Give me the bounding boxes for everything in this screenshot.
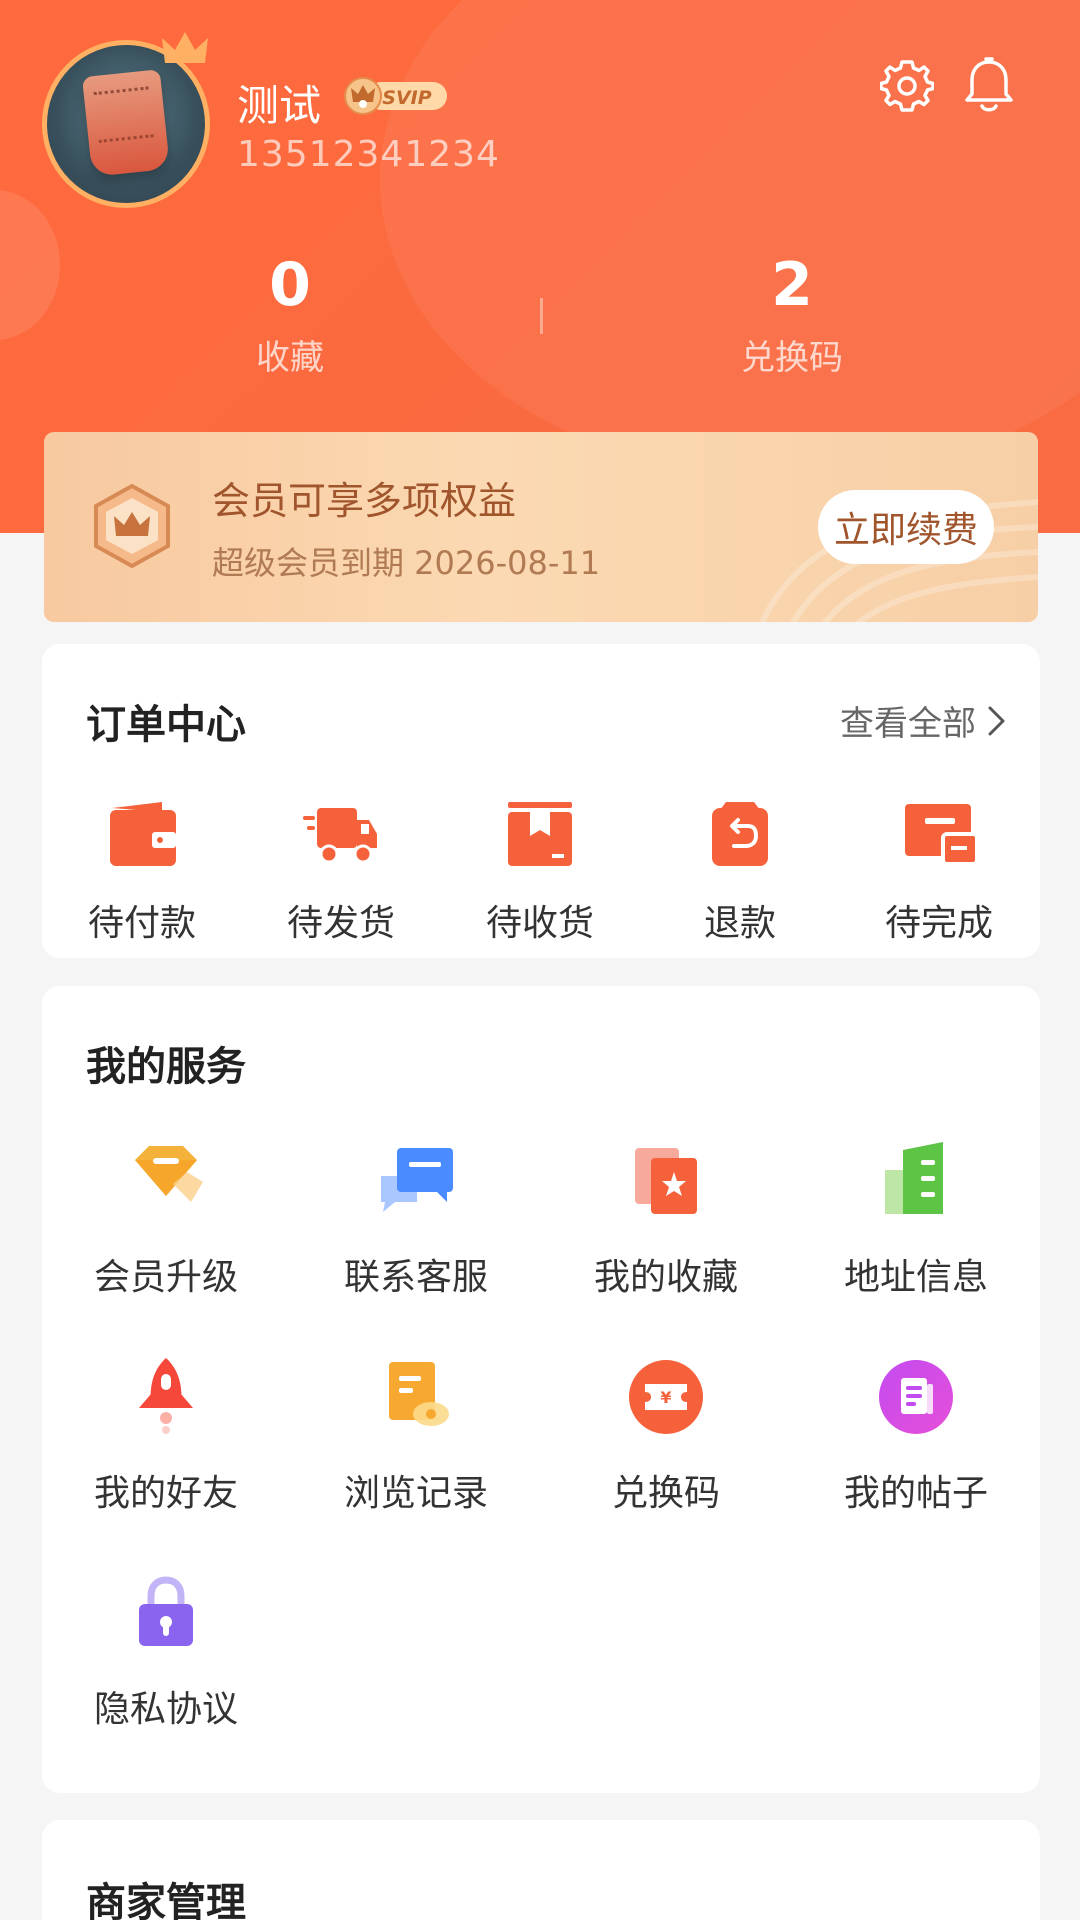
truck-icon (303, 808, 377, 864)
package-icon (508, 802, 572, 866)
chat-icon (381, 1148, 453, 1212)
stat-redeem-codes[interactable]: 2 兑换码 (642, 250, 942, 379)
services-title: 我的服务 (86, 1044, 246, 1090)
merchant-card: 商家管理 (42, 1820, 1040, 1920)
merchant-title: 商家管理 (86, 1880, 246, 1920)
service-label: 隐私协议 (93, 1689, 238, 1730)
stat-label: 收藏 (256, 338, 324, 378)
service-label: 我的收藏 (593, 1257, 738, 1298)
service-label: 浏览记录 (343, 1473, 488, 1514)
avatar-image (81, 69, 171, 177)
service-label: 联系客服 (343, 1257, 488, 1298)
service-label: 地址信息 (843, 1257, 988, 1298)
building-icon (885, 1142, 943, 1214)
order-pending-completion[interactable]: 待完成 (849, 794, 1029, 946)
order-label: 待发货 (286, 903, 395, 944)
refund-icon (712, 802, 768, 866)
service-label: 我的好友 (93, 1473, 238, 1514)
stat-value: 0 (269, 250, 311, 320)
view-all-orders-link[interactable]: 查看全部 (840, 696, 1008, 745)
rocket-icon (139, 1358, 193, 1434)
service-member-upgrade[interactable]: 会员升级 (56, 1136, 276, 1300)
svip-badge-icon: SVIP (344, 77, 447, 115)
stat-favorites[interactable]: 0 收藏 (140, 250, 440, 379)
svip-label: SVIP (382, 87, 431, 109)
service-my-favorites[interactable]: 我的收藏 (556, 1136, 776, 1300)
crown-icon (162, 32, 208, 63)
order-label: 待完成 (884, 903, 993, 944)
lock-icon (139, 1576, 193, 1646)
stat-divider (540, 298, 543, 334)
order-pending-payment[interactable]: 待付款 (52, 794, 232, 946)
vip-crown-icon (94, 483, 170, 569)
order-refund[interactable]: 退款 (650, 794, 830, 946)
gear-icon[interactable] (880, 58, 934, 112)
renew-button[interactable]: 立即续费 (818, 490, 994, 564)
coupon-icon: ¥ (629, 1360, 703, 1434)
phone-number: 13512341234 (237, 134, 500, 175)
service-label: 兑换码 (611, 1473, 720, 1514)
order-center-title: 订单中心 (86, 702, 246, 748)
service-my-posts[interactable]: 我的帖子 (806, 1352, 1026, 1516)
order-label: 退款 (703, 903, 776, 944)
service-label: 会员升级 (93, 1257, 238, 1298)
post-icon (879, 1360, 953, 1434)
chevron-right-icon (988, 706, 1005, 735)
stat-label: 兑换码 (741, 338, 843, 378)
diamond-icon (135, 1146, 203, 1202)
ticket-icon (905, 804, 979, 866)
wallet-icon (110, 802, 176, 866)
order-pending-shipment[interactable]: 待发货 (251, 794, 431, 946)
vip-title: 会员可享多项权益 (212, 479, 517, 523)
vip-banner[interactable]: 会员可享多项权益 超级会员到期 2026-08-11 立即续费 (44, 432, 1038, 622)
view-all-label: 查看全部 (840, 704, 976, 744)
service-redeem-code[interactable]: ¥ 兑换码 (556, 1352, 776, 1516)
vip-expiry: 超级会员到期 2026-08-11 (212, 544, 601, 582)
order-label: 待付款 (87, 903, 196, 944)
service-browse-history[interactable]: 浏览记录 (306, 1352, 526, 1516)
service-address-info[interactable]: 地址信息 (806, 1136, 1026, 1300)
header-decoration (0, 190, 60, 340)
star-card-icon (635, 1148, 697, 1214)
stat-value: 2 (771, 250, 813, 320)
service-my-friends[interactable]: 我的好友 (56, 1352, 276, 1516)
bell-icon[interactable] (962, 56, 1016, 114)
user-name[interactable]: 测试 (237, 72, 321, 133)
svg-text:¥: ¥ (660, 1388, 671, 1407)
history-icon (389, 1362, 449, 1426)
order-pending-receipt[interactable]: 待收货 (450, 794, 630, 946)
service-privacy-policy[interactable]: 隐私协议 (56, 1568, 276, 1732)
order-label: 待收货 (485, 903, 594, 944)
service-customer-support[interactable]: 联系客服 (306, 1136, 526, 1300)
service-label: 我的帖子 (843, 1473, 988, 1514)
